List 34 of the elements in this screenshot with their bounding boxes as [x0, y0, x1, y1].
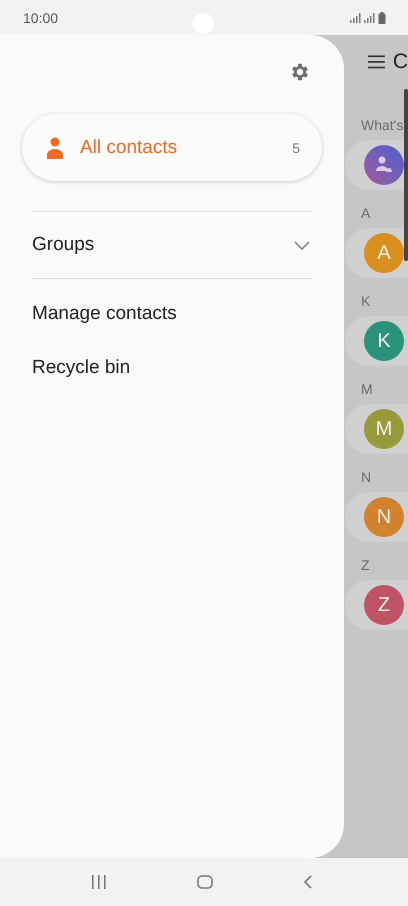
section-header: What's — [360, 116, 404, 135]
item-label: All contacts — [80, 136, 178, 158]
all-contacts-item[interactable]: All contacts 5 — [22, 114, 322, 181]
contact-row[interactable]: A — [345, 228, 408, 278]
contact-avatar: A — [364, 233, 404, 273]
section-header: N — [360, 468, 372, 487]
section-header: K — [360, 292, 372, 311]
contact-row[interactable]: M — [345, 404, 408, 454]
profile-avatar-icon — [364, 145, 404, 185]
contact-avatar: M — [364, 409, 404, 449]
home-icon[interactable] — [196, 875, 212, 889]
signal-icon — [364, 12, 375, 22]
signal-icon — [350, 12, 361, 22]
contact-count: 5 — [292, 140, 300, 156]
contact-row[interactable]: N — [345, 492, 408, 542]
contact-avatar: Z — [364, 585, 404, 625]
chevron-icon — [294, 240, 310, 250]
person-icon — [47, 136, 63, 158]
contact-avatar: K — [364, 321, 404, 361]
status-time: 10:00 — [23, 10, 58, 26]
contact-row[interactable]: K — [345, 316, 408, 366]
section-header: A — [360, 204, 372, 223]
section-header: M — [360, 380, 374, 399]
contact-avatar: N — [364, 497, 404, 537]
menu-item[interactable]: Recycle bin — [0, 341, 344, 395]
section-header: Z — [360, 556, 371, 575]
menu-item[interactable]: Manage contacts — [0, 287, 344, 341]
recent-apps-icon[interactable] — [90, 875, 106, 889]
contact-row[interactable]: Z — [345, 580, 408, 630]
back-icon[interactable] — [302, 875, 312, 889]
app-title: C — [392, 50, 408, 74]
menu-icon[interactable] — [368, 55, 385, 69]
battery-icon — [378, 12, 386, 24]
groups-item[interactable]: Groups — [0, 212, 344, 278]
